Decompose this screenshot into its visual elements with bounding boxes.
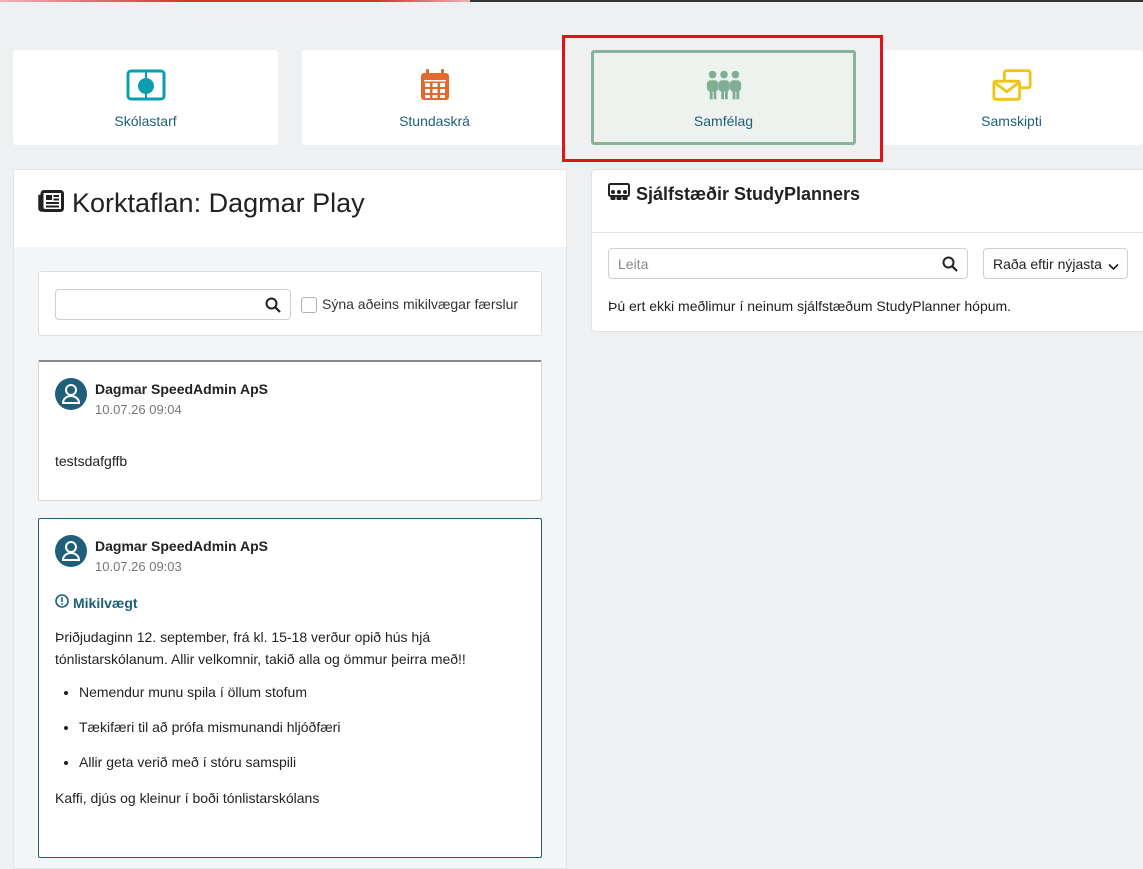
important-label: Mikilvægt (73, 594, 138, 611)
sort-select[interactable]: Raða eftir nýjasta (983, 248, 1128, 279)
post-body: Þriðjudaginn 12. september, frá kl. 15-1… (55, 629, 466, 667)
search-icon[interactable] (942, 256, 958, 277)
search-input[interactable] (55, 289, 291, 320)
exclamation-circle-icon (55, 594, 69, 611)
avatar (55, 535, 87, 567)
highlight-box (562, 35, 883, 162)
important-badge: Mikilvægt (55, 594, 138, 611)
list-item: Allir geta verið með í stóru samspili (79, 745, 340, 780)
top-bar-accent (0, 0, 470, 2)
filter-box: Sýna aðeins mikilvægar færslur (38, 271, 542, 336)
important-only-label: Sýna aðeins mikilvægar færslur (322, 296, 519, 312)
panel-title: Sjálfstæðir StudyPlanners (608, 183, 860, 206)
post-author: Dagmar SpeedAdmin ApS (95, 538, 268, 554)
book-apple-icon (126, 67, 166, 103)
title-text: Korktaflan: Dagmar Play (72, 188, 365, 218)
nav-label: Skólastarf (114, 113, 177, 129)
bulletin-board-header: Korktaflan: Dagmar Play (14, 170, 566, 247)
page-title: Korktaflan: Dagmar Play (38, 188, 365, 219)
search-icon[interactable] (265, 297, 281, 318)
studyplanners-panel: Sjálfstæðir StudyPlanners Leita Raða eft… (591, 169, 1143, 332)
empty-state-message: Þú ert ekki meðlimur í neinum sjálfstæðu… (608, 298, 1012, 314)
nav-card-stundaskra[interactable]: Stundaskrá (302, 50, 567, 145)
chevron-down-icon (1108, 258, 1119, 276)
post-card: Dagmar SpeedAdmin ApS 10.07.26 09:04 tes… (38, 360, 542, 501)
post-date: 10.07.26 09:04 (95, 402, 182, 417)
nav-label: Samskipti (981, 113, 1042, 129)
post-footer-text: Kaffi, djús og kleinur í boði tónlistars… (55, 790, 320, 806)
post-card: Dagmar SpeedAdmin ApS 10.07.26 09:03 Mik… (38, 518, 542, 858)
calendar-icon (415, 67, 455, 103)
post-author: Dagmar SpeedAdmin ApS (95, 381, 268, 397)
post-bullet-list: Nemendur munu spila í öllum stofum Tækif… (55, 675, 340, 780)
newspaper-icon (38, 188, 64, 219)
divider (592, 232, 1143, 233)
studyplanner-search-input[interactable]: Leita (608, 248, 968, 279)
post-date: 10.07.26 09:03 (95, 559, 182, 574)
list-item: Nemendur munu spila í öllum stofum (79, 675, 340, 710)
nav-label: Stundaskrá (399, 113, 470, 129)
nav-card-skolastarf[interactable]: Skólastarf (13, 50, 278, 145)
classroom-icon (608, 183, 630, 206)
bulletin-board-panel: Korktaflan: Dagmar Play Sýna aðeins miki… (13, 169, 567, 869)
list-item: Tækifæri til að prófa mismunandi hljóðfæ… (79, 710, 340, 745)
avatar (55, 378, 87, 410)
panel-title-text: Sjálfstæðir StudyPlanners (636, 184, 861, 204)
important-only-checkbox[interactable] (301, 297, 317, 313)
search-placeholder: Leita (618, 256, 649, 272)
post-body: testsdafgffb (55, 453, 128, 469)
nav-card-samskipti[interactable]: Samskipti (880, 50, 1143, 145)
messages-icon (991, 67, 1032, 103)
sort-select-value: Raða eftir nýjasta (993, 256, 1102, 272)
